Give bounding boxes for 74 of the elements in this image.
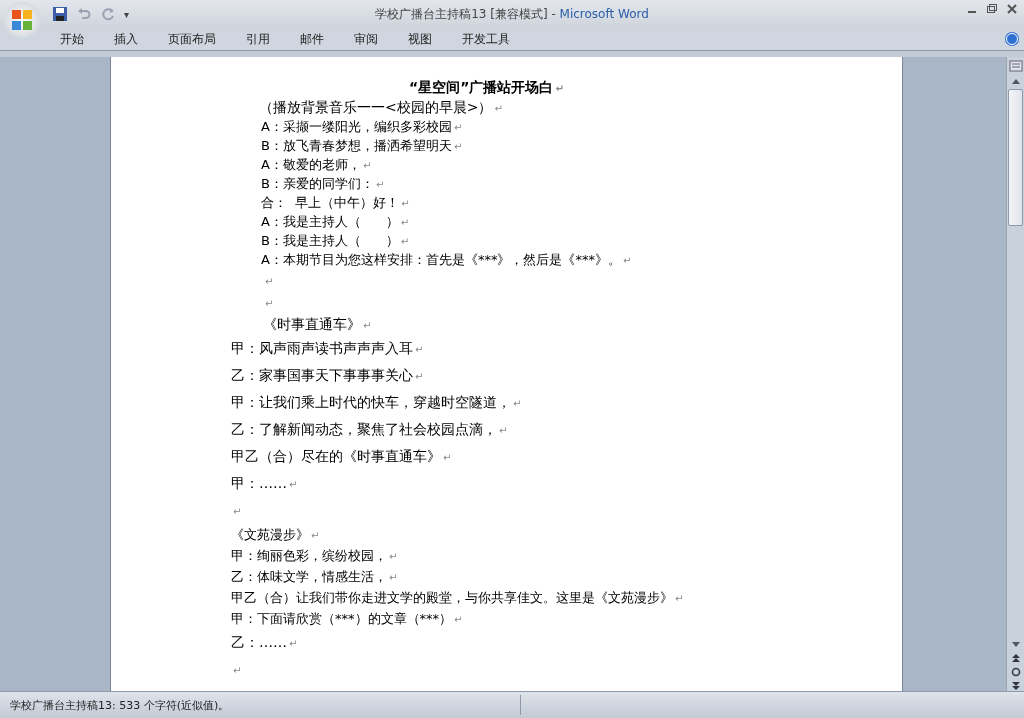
paragraph-mark: ↵ [415,371,424,382]
paragraph-text: 乙：…… [231,634,287,650]
paragraph-text: A：我是主持人（ ） [261,214,399,229]
paragraph-mark: ↵ [400,236,410,247]
ribbon-tab[interactable]: 开始 [48,28,96,50]
paragraph-mark: ↵ [401,198,410,209]
paragraph-text: 甲：风声雨声读书声声声入耳 [231,340,413,356]
paragraph-mark: ↵ [555,83,564,94]
scroll-thumb[interactable] [1008,89,1023,226]
restore-icon[interactable] [986,3,998,15]
paragraph-mark: ↵ [494,103,503,114]
paragraph-text: 甲：绚丽色彩，缤纷校园， [231,548,387,563]
paragraph-mark: ↵ [363,320,372,331]
ribbon-tab[interactable]: 插入 [102,28,150,50]
paragraph-mark: ↵ [362,160,372,171]
paragraph-text: A：采撷一缕阳光，编织多彩校园 [261,119,452,134]
scroll-up-icon[interactable] [1010,77,1021,85]
save-icon[interactable] [52,6,68,22]
paragraph-mark: ↵ [233,506,242,517]
paragraph-mark: ↵ [400,217,410,228]
ribbon-tab[interactable]: 页面布局 [156,28,228,50]
paragraph-mark: ↵ [454,614,463,625]
browse-object-icon[interactable] [1010,667,1021,677]
status-text: 学校广播台主持稿13: 533 个字符(近似值)。 [9,697,231,713]
paragraph-mark: ↵ [265,298,274,309]
window-title: 学校广播台主持稿13 [兼容模式] - Microsoft Word [375,5,649,23]
vertical-scrollbar[interactable] [1006,57,1024,691]
paragraph-text: B：放飞青春梦想，播洒希望明天 [261,138,452,153]
paragraph-text: 甲：让我们乘上时代的快车，穿越时空隧道， [231,394,511,410]
paragraph-text: 《时事直通车》 [263,316,361,332]
paragraph-mark: ↵ [675,593,684,604]
ruler-toggle-icon[interactable] [1008,59,1023,73]
office-button[interactable] [4,2,40,38]
paragraph-text: “星空间”广播站开场白 [409,79,554,95]
close-icon[interactable] [1006,3,1018,15]
paragraph-mark: ↵ [513,398,522,409]
customize-toolbar-button[interactable]: ▾ [124,8,130,20]
ribbon-tab[interactable]: 引用 [234,28,282,50]
ribbon-tab[interactable]: 邮件 [288,28,336,50]
paragraph-text: 甲：…… [231,475,287,491]
paragraph-text: 乙：家事国事天下事事事关心 [231,367,413,383]
paragraph-mark: ↵ [453,122,463,133]
paragraph-text: （播放背景音乐一一<校园的早晨>） [259,99,493,115]
paragraph-mark: ↵ [453,141,463,152]
paragraph-mark: ↵ [622,255,632,266]
paragraph-mark: ↵ [289,479,298,490]
paragraph-mark: ↵ [389,572,398,583]
paragraph-text: 甲：下面请欣赏（***）的文章（***） [231,611,452,626]
paragraph-mark: ↵ [375,179,385,190]
scroll-down-icon[interactable] [1010,641,1021,649]
ribbon-tab[interactable]: 视图 [396,28,444,50]
paragraph-text: 甲乙（合）让我们带你走进文学的殿堂，与你共享佳文。这里是《文苑漫步》 [231,590,673,605]
paragraph-text: 甲乙（合）尽在的《时事直通车》 [231,448,441,464]
paragraph-mark: ↵ [499,425,508,436]
paragraph-text: 合： 早上（中午）好！ [261,195,400,210]
office-logo-icon [9,7,35,33]
paragraph-text: A：本期节目为您这样安排：首先是《***》，然后是《***》。 [261,252,621,267]
previous-page-icon[interactable] [1010,653,1021,663]
paragraph-mark: ↵ [265,276,274,287]
paragraph-mark: ↵ [389,551,398,562]
ribbon-tab[interactable]: 开发工具 [450,28,522,50]
paragraph-mark: ↵ [415,344,424,355]
paragraph-mark: ↵ [289,638,298,649]
paragraph-text: A：敬爱的老师， [261,157,361,172]
paragraph-text: B：我是主持人（ ） [261,233,399,248]
paragraph-text: 《文苑漫步》 [231,527,309,542]
help-icon[interactable] [1004,31,1020,47]
paragraph-mark: ↵ [233,665,242,676]
paragraph-text: 乙：体味文学，情感生活， [231,569,387,584]
paragraph-mark: ↵ [443,452,452,463]
paragraph-text: 乙：了解新闻动态，聚焦了社会校园点滴， [231,421,497,437]
paragraph-text: B：亲爱的同学们： [261,176,374,191]
ribbon-tab[interactable]: 审阅 [342,28,390,50]
paragraph-mark: ↵ [311,530,320,541]
